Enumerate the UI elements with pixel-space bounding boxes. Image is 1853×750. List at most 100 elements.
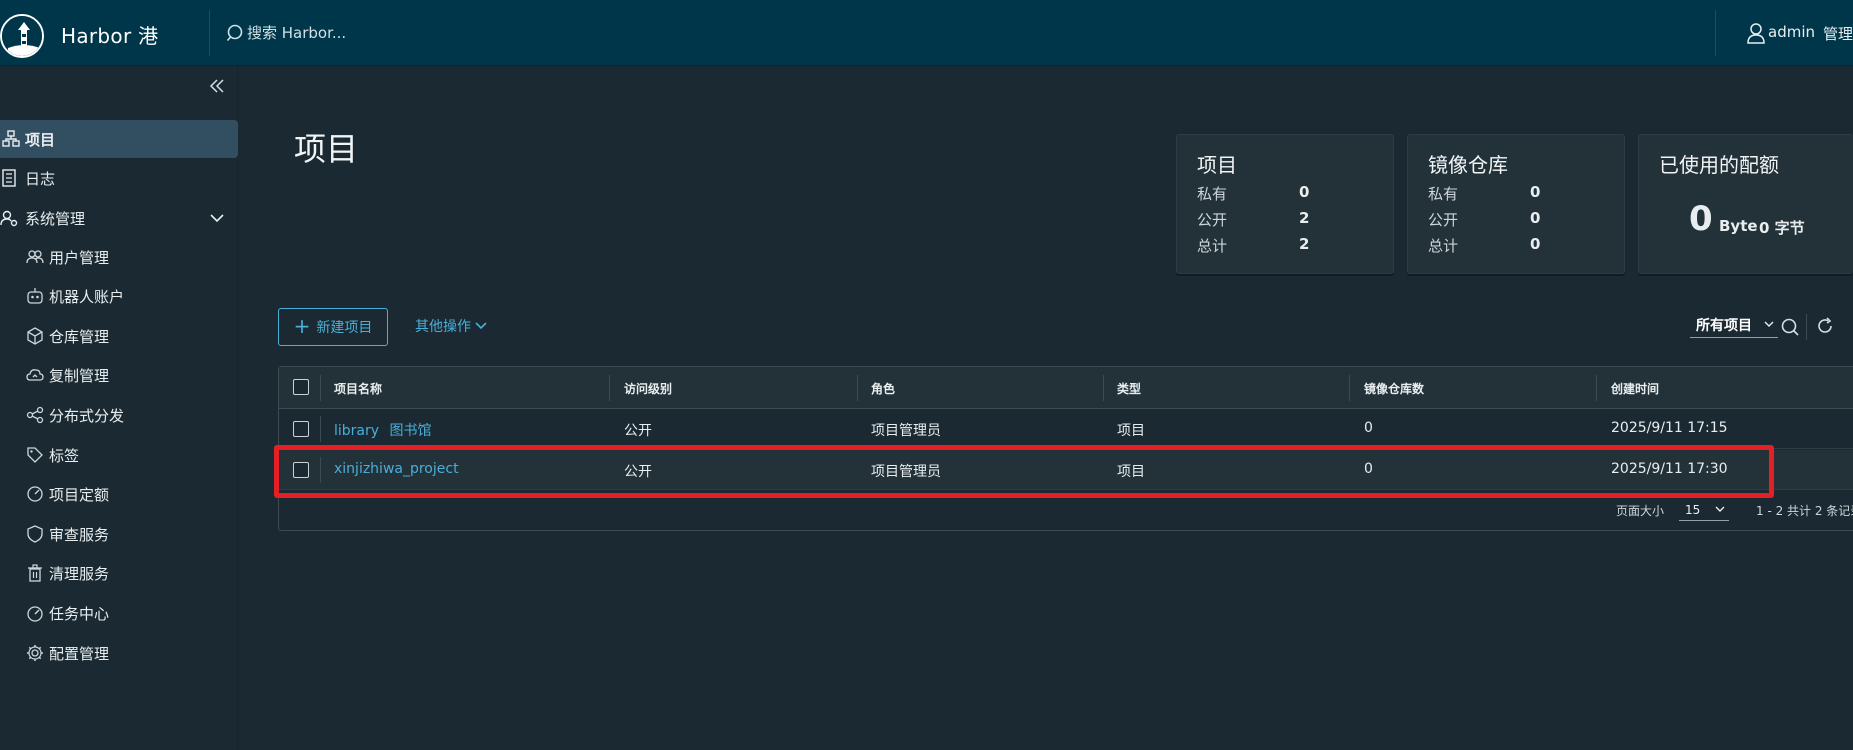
sidebar-item-job-service[interactable]: 任务中心 xyxy=(0,594,238,632)
column-header-name[interactable]: 项目名称 xyxy=(334,380,382,397)
card-row-value: 0 xyxy=(1299,183,1310,201)
sidebar-item-clean-up[interactable]: 清理服务 xyxy=(0,554,238,592)
search-input[interactable] xyxy=(247,18,647,48)
page-size-label: 页面大小 xyxy=(1616,504,1665,518)
more-actions-button[interactable]: 其他操作 xyxy=(415,316,487,336)
column-separator xyxy=(1596,375,1597,401)
sidebar-item-logs[interactable]: 日志 xyxy=(0,159,238,197)
sidebar-item-interrogation[interactable]: 审查服务 xyxy=(0,515,238,553)
column-header-repo-count[interactable]: 镜像仓库数 xyxy=(1364,380,1424,397)
table-row[interactable]: library 图书馆 公开 项目管理员 项目 0 2025/9/11 17:1… xyxy=(279,409,1853,449)
sidebar-item-distributions[interactable]: 分布式分发 xyxy=(0,396,238,434)
refresh-icon[interactable] xyxy=(1815,316,1835,336)
chevron-down-icon[interactable] xyxy=(209,213,225,223)
sidebar-item-configuration[interactable]: 配置管理 xyxy=(0,634,238,672)
admin-menu[interactable]: 管理 xyxy=(1823,23,1853,44)
search-icon[interactable] xyxy=(226,23,246,43)
quota-summary-card: 已使用的配额 0 Byte 0 字节 xyxy=(1638,134,1853,274)
quota-bytes: 0 字节 xyxy=(1759,219,1805,237)
log-icon xyxy=(2,169,16,187)
card-row-label: 私有 xyxy=(1197,185,1228,203)
user-name[interactable]: admin xyxy=(1768,23,1815,41)
column-separator xyxy=(320,375,321,401)
access-level: 公开 xyxy=(624,423,652,439)
sidebar-item-label: 清理服务 xyxy=(49,564,110,583)
sidebar-item-label: 仓库管理 xyxy=(49,327,110,346)
column-separator xyxy=(857,375,858,401)
pagination-info: 1 - 2 共计 2 条记录 xyxy=(1756,504,1853,518)
brand-title[interactable]: Harbor 港 xyxy=(61,20,158,49)
card-row-label: 总计 xyxy=(1197,237,1228,255)
card-title: 已使用的配额 xyxy=(1659,153,1779,177)
more-actions-label: 其他操作 xyxy=(415,319,471,335)
sidebar-item-project-quotas[interactable]: 项目定额 xyxy=(0,475,238,513)
new-project-button[interactable]: + 新建项目 xyxy=(278,308,388,346)
search-icon[interactable] xyxy=(1780,317,1800,337)
repos-summary-card: 镜像仓库 私有 0 公开 0 总计 0 xyxy=(1407,134,1625,274)
replication-icon xyxy=(26,369,44,381)
column-header-role[interactable]: 角色 xyxy=(871,380,895,397)
project-filter-select[interactable]: 所有项目 xyxy=(1690,312,1778,338)
repo-count: 0 xyxy=(1364,420,1373,436)
column-header-type[interactable]: 类型 xyxy=(1117,380,1141,397)
quota-icon xyxy=(27,486,43,502)
column-separator xyxy=(320,416,321,442)
select-all-checkbox[interactable] xyxy=(293,379,309,395)
sidebar-item-label: 分布式分发 xyxy=(49,406,125,425)
chevron-down-icon xyxy=(1764,321,1774,327)
trash-icon xyxy=(28,564,42,582)
projects-summary-card: 项目 私有 0 公开 2 总计 2 xyxy=(1176,134,1394,274)
project-name: library xyxy=(334,423,380,439)
sidebar-item-registries[interactable]: 仓库管理 xyxy=(0,317,238,355)
sidebar-item-label: 日志 xyxy=(25,169,56,188)
card-row-value: 2 xyxy=(1299,235,1310,253)
sidebar-item-label: 用户管理 xyxy=(49,248,110,267)
row-checkbox[interactable] xyxy=(293,421,309,437)
page-size-select[interactable]: 15 xyxy=(1679,497,1729,521)
sidebar-item-label: 项目定额 xyxy=(49,485,110,504)
gear-icon xyxy=(27,645,43,661)
sidebar-item-label: 配置管理 xyxy=(49,644,110,663)
card-row-label: 公开 xyxy=(1197,211,1228,229)
card-row-label: 私有 xyxy=(1428,185,1459,203)
sidebar-item-label: 标签 xyxy=(49,446,80,465)
card-row-value: 0 xyxy=(1530,209,1541,227)
quota-value: 0 xyxy=(1689,199,1713,239)
column-header-created[interactable]: 创建时间 xyxy=(1611,380,1659,397)
sidebar-item-users[interactable]: 用户管理 xyxy=(0,238,238,276)
column-header-access[interactable]: 访问级别 xyxy=(624,380,672,397)
role: 项目管理员 xyxy=(871,423,941,439)
registry-icon xyxy=(27,327,43,345)
sidebar-item-label: 审查服务 xyxy=(49,525,110,544)
project-name-suffix: 图书馆 xyxy=(389,423,432,439)
sidebar-item-admin[interactable]: 系统管理 xyxy=(0,199,238,237)
toolbar-divider xyxy=(1806,314,1807,340)
robot-icon xyxy=(27,288,43,304)
user-icon[interactable] xyxy=(1746,22,1766,44)
sidebar-item-label: 复制管理 xyxy=(49,366,110,385)
card-row-label: 总计 xyxy=(1428,237,1459,255)
sidebar-item-labels[interactable]: 标签 xyxy=(0,436,238,474)
project-filter-value: 所有项目 xyxy=(1696,317,1752,334)
sidebar-item-robot-accounts[interactable]: 机器人账户 xyxy=(0,277,238,315)
dashboard-icon xyxy=(27,606,43,622)
column-separator xyxy=(1349,375,1350,401)
plus-icon: + xyxy=(293,314,311,338)
sidebar-item-label: 机器人账户 xyxy=(49,287,125,306)
distribution-icon xyxy=(26,406,44,424)
page-size-value: 15 xyxy=(1685,503,1701,517)
shield-icon xyxy=(27,525,43,543)
sidebar-item-replications[interactable]: 复制管理 xyxy=(0,356,238,394)
type: 项目 xyxy=(1117,423,1145,439)
creation-time: 2025/9/11 17:15 xyxy=(1611,420,1728,436)
sidebar-item-label: 项目 xyxy=(25,130,56,149)
project-name-link[interactable]: library 图书馆 xyxy=(334,420,432,440)
harbor-logo-icon[interactable] xyxy=(0,14,44,58)
double-chevron-left-icon[interactable] xyxy=(208,78,226,94)
card-title: 镜像仓库 xyxy=(1428,153,1508,177)
admin-icon xyxy=(0,210,18,227)
column-separator xyxy=(1103,375,1104,401)
sidebar-item-projects[interactable]: 项目 xyxy=(0,120,238,158)
card-row-value: 0 xyxy=(1530,183,1541,201)
projects-icon xyxy=(2,130,20,147)
